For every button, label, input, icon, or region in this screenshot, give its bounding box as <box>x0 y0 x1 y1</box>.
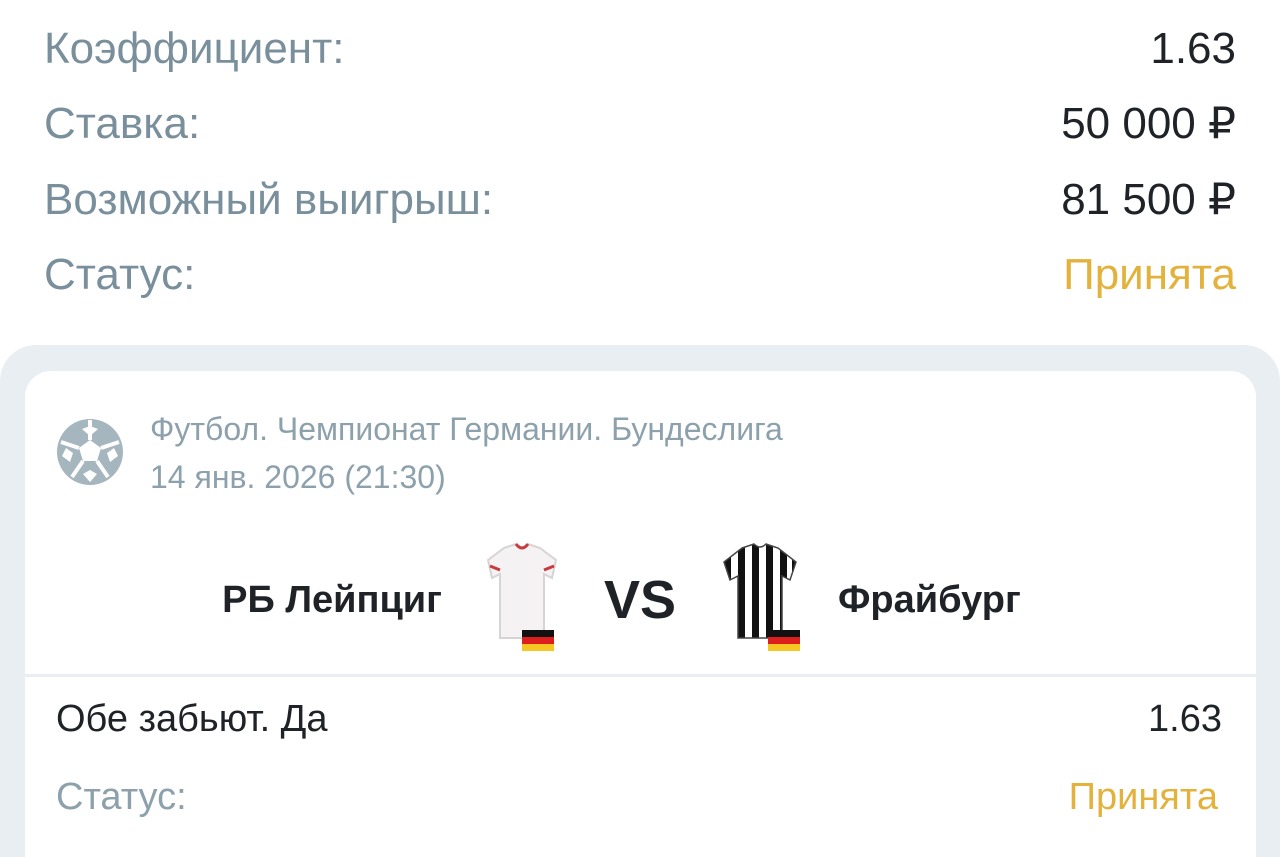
odds-row: Коэффициент: 1.63 <box>44 19 1236 79</box>
bet-status-value: Принята <box>1068 776 1218 818</box>
league-name: Футбол. Чемпионат Германии. Бундеслига <box>150 411 783 447</box>
soccer-ball-icon <box>57 419 123 485</box>
status-value: Принята <box>1063 250 1236 299</box>
bet-summary: Коэффициент: 1.63 Ставка: 50 000 ₽ Возмо… <box>0 0 1280 345</box>
bet-status-label: Статус: <box>56 776 187 818</box>
odds-label: Коэффициент: <box>44 24 345 73</box>
bet-odds: 1.63 <box>1148 698 1222 740</box>
potential-win-label: Возможный выигрыш: <box>44 175 494 224</box>
germany-flag-icon <box>522 630 554 651</box>
odds-value: 1.63 <box>1150 24 1236 73</box>
white-jersey-icon <box>486 542 558 651</box>
away-team-name: Фрайбург <box>838 579 1021 621</box>
status-row: Статус: Принята <box>44 245 1236 305</box>
stake-row: Ставка: 50 000 ₽ <box>44 94 1236 154</box>
striped-jersey-icon <box>723 543 800 651</box>
versus-label: VS <box>603 570 677 630</box>
home-team-name: РБ Лейпциг <box>222 579 442 621</box>
potential-win-row: Возможный выигрыш: 81 500 ₽ <box>44 170 1236 230</box>
card-divider <box>25 674 1256 677</box>
stake-label: Ставка: <box>44 99 201 148</box>
status-label: Статус: <box>44 250 196 299</box>
germany-flag-icon <box>768 630 800 651</box>
event-date: 14 янв. 2026 (21:30) <box>150 459 446 495</box>
potential-win-value: 81 500 ₽ <box>1061 175 1236 224</box>
stake-value: 50 000 ₽ <box>1061 99 1236 148</box>
bet-market: Обе забьют. Да <box>56 698 328 740</box>
